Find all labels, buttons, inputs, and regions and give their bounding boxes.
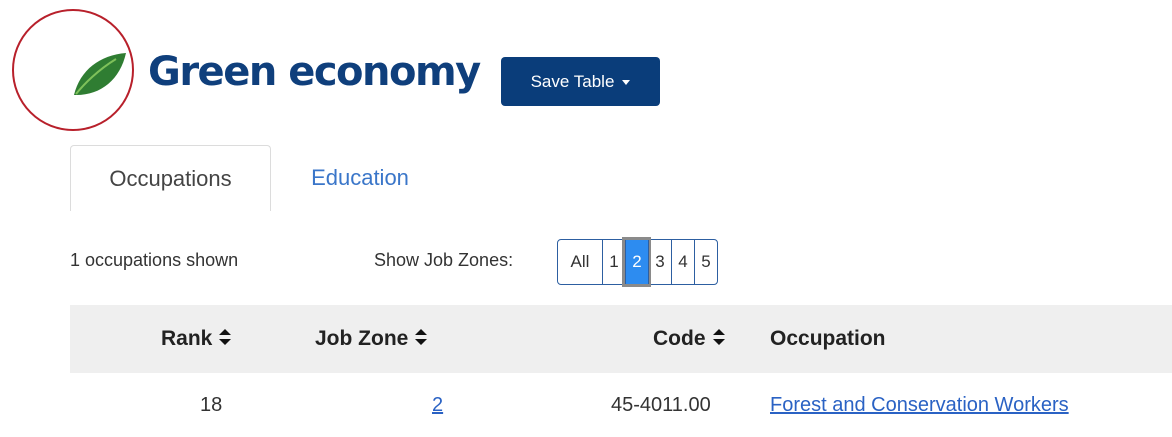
column-code[interactable]: Code — [653, 305, 726, 373]
cell-code: 45-4011.00 — [611, 393, 711, 416]
zone-3-button[interactable]: 3 — [648, 240, 671, 284]
column-job-zone-label: Job Zone — [315, 327, 409, 350]
leaf-icon — [74, 53, 126, 96]
table-header: Rank Job Zone Code Occupation — [70, 305, 1172, 373]
cell-job-zone-link[interactable]: 2 — [432, 373, 443, 437]
page-title: Green economy — [148, 49, 481, 95]
column-job-zone[interactable]: Job Zone — [315, 305, 428, 373]
save-table-label: Save Table — [530, 71, 615, 91]
column-code-label: Code — [653, 327, 706, 350]
occupations-table: Rank Job Zone Code Occupation 18 2 45-40… — [70, 305, 1172, 437]
zone-all-button[interactable]: All — [558, 240, 602, 284]
column-rank-label: Rank — [161, 327, 213, 350]
tab-education[interactable]: Education — [271, 145, 449, 211]
tab-bar: Occupations Education — [70, 145, 1172, 211]
table-row: 18 2 45-4011.00 Forest and Conservation … — [70, 373, 1172, 437]
save-table-button[interactable]: Save Table — [501, 57, 660, 106]
tab-occupations[interactable]: Occupations — [70, 145, 271, 211]
zone-2-button[interactable]: 2 — [622, 237, 651, 287]
zone-5-button[interactable]: 5 — [694, 240, 717, 284]
column-occupation[interactable]: Occupation — [770, 305, 886, 373]
cell-occupation-link[interactable]: Forest and Conservation Workers — [770, 373, 1069, 437]
zone-1-button[interactable]: 1 — [602, 240, 625, 284]
occupations-shown-count: 1 occupations shown — [70, 250, 239, 270]
sort-icon — [414, 328, 428, 351]
cell-rank: 18 — [200, 393, 223, 416]
zone-4-button[interactable]: 4 — [671, 240, 694, 284]
sort-icon — [712, 328, 726, 351]
sort-icon — [218, 328, 232, 351]
job-zones-label: Show Job Zones: — [374, 250, 514, 270]
column-occupation-label: Occupation — [770, 327, 886, 350]
job-zone-filter: All 1 2 3 4 5 — [557, 237, 718, 287]
column-rank[interactable]: Rank — [161, 305, 232, 373]
caret-down-icon — [622, 80, 631, 85]
page-header: Green economy Save Table — [0, 0, 1172, 140]
